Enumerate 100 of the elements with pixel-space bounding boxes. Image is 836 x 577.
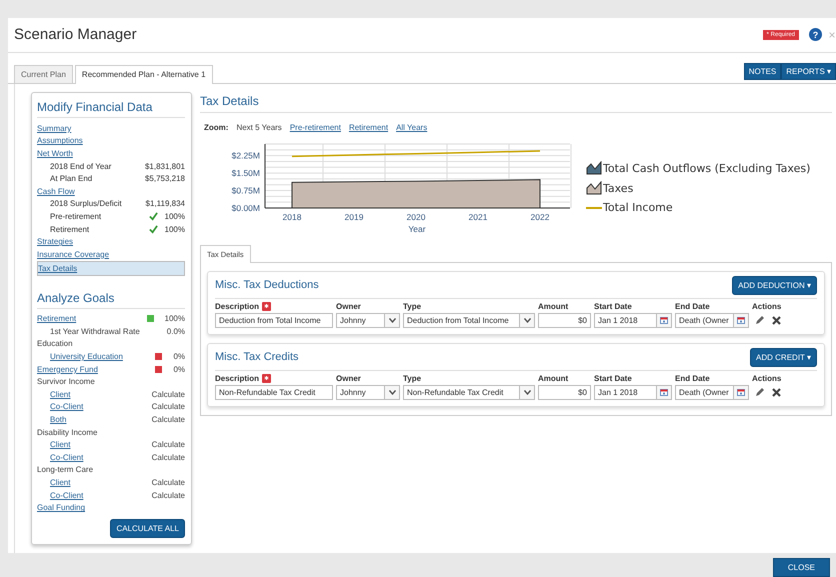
amount-field[interactable]: $0	[538, 384, 591, 400]
y-tick-label: $0.00M	[232, 202, 260, 213]
column-header: End Date	[675, 374, 710, 383]
sidebar-label: 2018 Surplus/Deficit	[50, 199, 122, 208]
owner-dropdown[interactable]: Johnny	[336, 312, 400, 328]
column-header: Owner	[336, 374, 361, 383]
page-heading: Tax Details	[200, 92, 832, 113]
goal-link[interactable]: Retirement	[37, 314, 76, 324]
goal-link[interactable]: Client	[50, 478, 70, 488]
add-button[interactable]: ADD DEDUCTION ▾	[732, 276, 817, 295]
goal-metric-label: 1st Year Withdrawal Rate	[50, 326, 140, 336]
description-field[interactable]: Deduction from Total Income	[215, 312, 333, 328]
x-tick-label: 2018	[282, 212, 302, 222]
sidebar-value: 100%	[164, 212, 185, 221]
sidebar-value: $1,119,834	[146, 199, 185, 208]
calendar-icon	[660, 388, 668, 396]
sidebar-link[interactable]: Tax Details	[38, 264, 78, 272]
goal-link[interactable]: University Education	[50, 352, 123, 362]
goal-link[interactable]: Client	[50, 390, 70, 399]
column-header: Amount	[538, 302, 568, 311]
section-title: Misc. Tax Credits	[215, 351, 299, 364]
sidebar-link[interactable]: Summary	[37, 124, 72, 133]
chevron-icon	[388, 318, 396, 323]
start-date-field[interactable]: Jan 1 2018	[594, 384, 672, 400]
delete-icon[interactable]	[772, 388, 781, 397]
end-date-field[interactable]: Death (Owner	[675, 384, 749, 400]
goal-link[interactable]: Emergency Fund	[37, 364, 98, 374]
column-header: Owner	[336, 302, 361, 311]
column-header: Description	[215, 302, 260, 311]
goal-link[interactable]: Co-Client	[50, 452, 84, 462]
window-title: Scenario Manager	[14, 26, 138, 44]
column-header: Actions	[752, 302, 782, 311]
legend-label: Total Cash Outflows (Excluding Taxes)	[603, 162, 810, 175]
calculate-all-button[interactable]: CALCULATE ALL	[110, 519, 185, 538]
legend-area-icon	[586, 181, 602, 196]
goal-value: Calculate	[152, 440, 185, 450]
start-date-field[interactable]: Jan 1 2018	[594, 312, 672, 328]
column-header: Type	[403, 302, 422, 311]
sidebar-link[interactable]: Cash Flow	[37, 186, 75, 196]
chevron-icon	[524, 318, 530, 323]
sidebar-item[interactable]: Summary	[37, 122, 185, 135]
goal-link[interactable]: Both	[50, 415, 66, 424]
help-button[interactable]: ?	[809, 28, 822, 42]
goal-value: Calculate	[152, 452, 185, 462]
type-dropdown[interactable]: Deduction from Total Income	[403, 312, 535, 328]
add-button[interactable]: ADD CREDIT ▾	[750, 348, 817, 367]
zoom-link[interactable]: Pre-retirement	[290, 122, 341, 132]
plan-tab[interactable]: Current Plan	[14, 64, 73, 83]
column-header: End Date	[675, 302, 710, 311]
zoom-link[interactable]: Next 5 Years	[236, 122, 282, 132]
goal-link[interactable]: Goal Funding	[37, 503, 86, 512]
calendar-icon	[737, 316, 745, 324]
pencil-icon[interactable]	[755, 387, 765, 398]
sidebar-link[interactable]: Insurance Coverage	[37, 250, 110, 259]
calendar-icon	[660, 316, 668, 324]
section-heading: Modify Financial Data	[37, 96, 185, 118]
sidebar-item[interactable]: Tax Details	[37, 260, 185, 276]
goal-link[interactable]: Co-Client	[50, 402, 84, 412]
goal-group-label: Disability Income	[37, 428, 98, 437]
sidebar-item[interactable]: Strategies	[37, 235, 185, 248]
end-date-field[interactable]: Death (Owner	[675, 312, 749, 328]
chevron-icon	[388, 390, 396, 395]
sidebar-label: 2018 End of Year	[50, 162, 112, 171]
toolbar-button[interactable]: NOTES	[744, 62, 782, 80]
delete-icon[interactable]	[772, 316, 781, 325]
sidebar-label: Retirement	[50, 224, 90, 234]
sidebar-item[interactable]: Net Worth	[37, 147, 185, 160]
required-icon	[262, 374, 272, 383]
toolbar-button[interactable]: REPORTS ▾	[781, 62, 836, 80]
description-field[interactable]: Non-Refundable Tax Credit	[215, 384, 333, 400]
plan-tab[interactable]: Recommended Plan - Alternative 1	[74, 64, 213, 84]
sidebar-item[interactable]: Cash Flow	[37, 184, 185, 198]
column-header: Start Date	[594, 374, 632, 383]
goal-value: 0%	[173, 364, 185, 374]
zoom-link[interactable]: All Years	[396, 122, 428, 132]
x-tick-label: 2021	[468, 212, 488, 222]
column-header: Amount	[538, 374, 568, 383]
zoom-link[interactable]: Retirement	[348, 122, 388, 132]
sidebar-link[interactable]: Net Worth	[37, 148, 73, 158]
sidebar-link[interactable]: Assumptions	[37, 136, 83, 146]
goal-value: Calculate	[152, 490, 185, 500]
sidebar-item[interactable]: Insurance Coverage	[37, 248, 185, 260]
sidebar-item[interactable]: Assumptions	[37, 134, 185, 148]
x-tick-label: 2019	[344, 212, 364, 222]
sidebar-value: $1,831,801	[144, 162, 185, 171]
sidebar-link[interactable]: Strategies	[37, 237, 74, 246]
sidebar-label: At Plan End	[50, 174, 92, 184]
pencil-icon[interactable]	[755, 315, 765, 326]
goal-link[interactable]: Client	[50, 440, 70, 450]
sidebar-value: 100%	[164, 224, 185, 234]
goal-value: Calculate	[152, 390, 185, 399]
close-button[interactable]: CLOSE	[772, 558, 830, 577]
section-title: Misc. Tax Deductions	[215, 279, 319, 292]
owner-dropdown[interactable]: Johnny	[336, 384, 400, 400]
goal-link[interactable]: Co-Client	[50, 490, 84, 500]
required-icon	[262, 302, 272, 311]
type-dropdown[interactable]: Non-Refundable Tax Credit	[403, 384, 535, 400]
column-header: Start Date	[594, 302, 632, 311]
amount-field[interactable]: $0	[538, 312, 591, 328]
goal-value: 0.0%	[166, 326, 185, 336]
